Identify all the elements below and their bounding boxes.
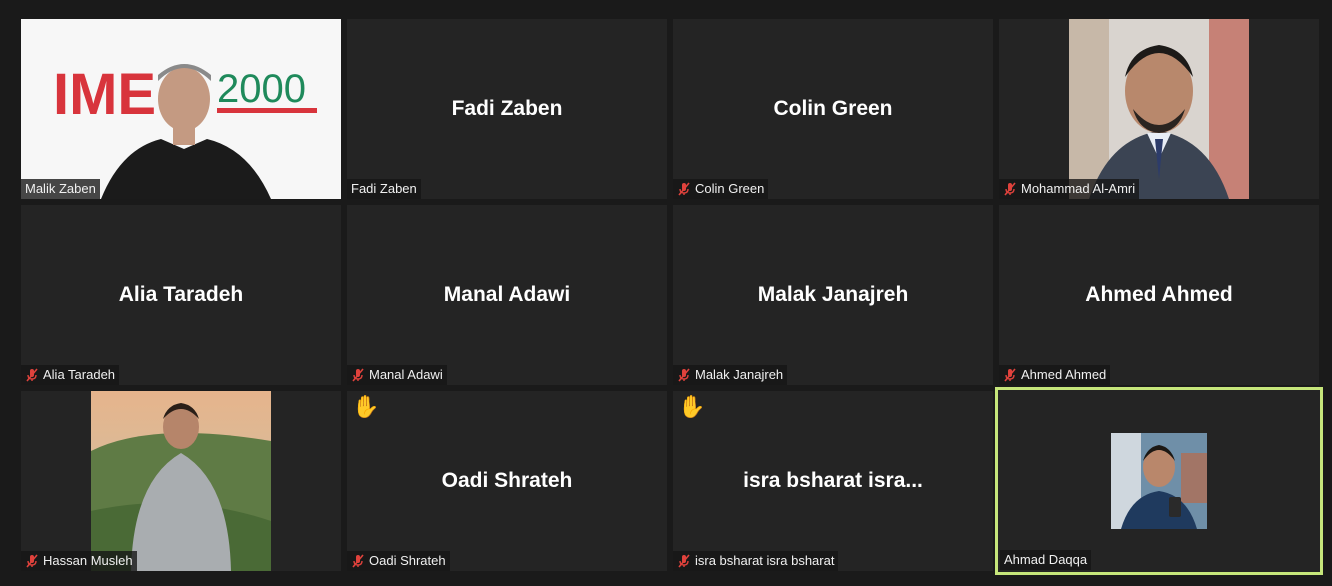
participant-display-name: Oadi Shrateh <box>441 469 573 492</box>
participant-tile-mohammad-al-amri[interactable]: Mohammad Al-Amri <box>999 19 1319 199</box>
participant-name-label: Mohammad Al-Amri <box>999 179 1140 199</box>
participant-tile-fadi-zaben[interactable]: Fadi Zaben Fadi Zaben <box>347 19 667 199</box>
participant-name-label: Malik Zaben <box>21 179 100 199</box>
mic-muted-icon <box>1004 182 1016 196</box>
participant-name-label: Alia Taradeh <box>21 365 120 385</box>
participant-tile-colin-green[interactable]: Colin Green Colin Green <box>673 19 993 199</box>
mic-muted-icon <box>26 554 38 568</box>
participant-tile-ahmad-daqqa[interactable]: Ahmad Daqqa <box>995 387 1323 575</box>
participant-display-name: Ahmed Ahmed <box>1085 283 1233 306</box>
video-feed-malik-zaben: IME 2000 <box>21 19 341 199</box>
participant-name-label: Oadi Shrateh <box>347 551 450 571</box>
mic-muted-icon <box>678 368 690 382</box>
participant-tile-malak-janajreh[interactable]: Malak Janajreh Malak Janajreh <box>673 205 993 385</box>
participant-name-label: Manal Adawi <box>347 365 447 385</box>
participant-display-name: Alia Taradeh <box>118 283 244 306</box>
participant-name-label: isra bsharat isra bsharat <box>673 551 839 571</box>
participant-tile-hassan-musleh[interactable]: Hassan Musleh <box>21 391 341 571</box>
mic-muted-icon <box>678 554 690 568</box>
participant-display-name: Colin Green <box>773 97 893 120</box>
participant-tile-alia-taradeh[interactable]: Alia Taradeh Alia Taradeh <box>21 205 341 385</box>
participant-name-label: Colin Green <box>673 179 769 199</box>
participant-tile-ahmed-ahmed[interactable]: Ahmed Ahmed Ahmed Ahmed <box>999 205 1319 385</box>
raised-hand-icon: ✋ <box>352 394 380 419</box>
mic-muted-icon <box>26 368 38 382</box>
participant-tile-malik-zaben[interactable]: IME 2000 Malik Zaben <box>21 19 341 199</box>
participant-display-name: Manal Adawi <box>443 283 571 306</box>
mic-muted-icon <box>678 182 690 196</box>
logo-text: IME <box>53 62 156 127</box>
participant-display-name: Fadi Zaben <box>451 97 563 120</box>
participant-name-label: Ahmed Ahmed <box>999 365 1111 385</box>
mic-muted-icon <box>352 554 364 568</box>
participant-tile-oadi-shrateh[interactable]: ✋ Oadi Shrateh Oadi Shrateh <box>347 391 667 571</box>
participant-name-label: Malak Janajreh <box>673 365 788 385</box>
video-feed-hassan-musleh <box>91 391 271 571</box>
participant-tile-isra-bsharat[interactable]: ✋ isra bsharat isra... isra bsharat isra… <box>673 391 993 571</box>
svg-text:2000: 2000 <box>217 67 306 111</box>
avatar <box>1111 433 1207 529</box>
participant-name-label: Ahmad Daqqa <box>1000 550 1092 570</box>
mic-muted-icon <box>352 368 364 382</box>
participant-display-name: Malak Janajreh <box>757 283 909 306</box>
mic-muted-icon <box>1004 368 1016 382</box>
raised-hand-icon: ✋ <box>678 394 706 419</box>
participant-name-label: Fadi Zaben <box>347 179 421 199</box>
participant-tile-manal-adawi[interactable]: Manal Adawi Manal Adawi <box>347 205 667 385</box>
video-feed-mohammad-al-amri <box>1069 19 1249 199</box>
participant-display-name: isra bsharat isra... <box>743 469 923 492</box>
participant-name-label: Hassan Musleh <box>21 551 137 571</box>
